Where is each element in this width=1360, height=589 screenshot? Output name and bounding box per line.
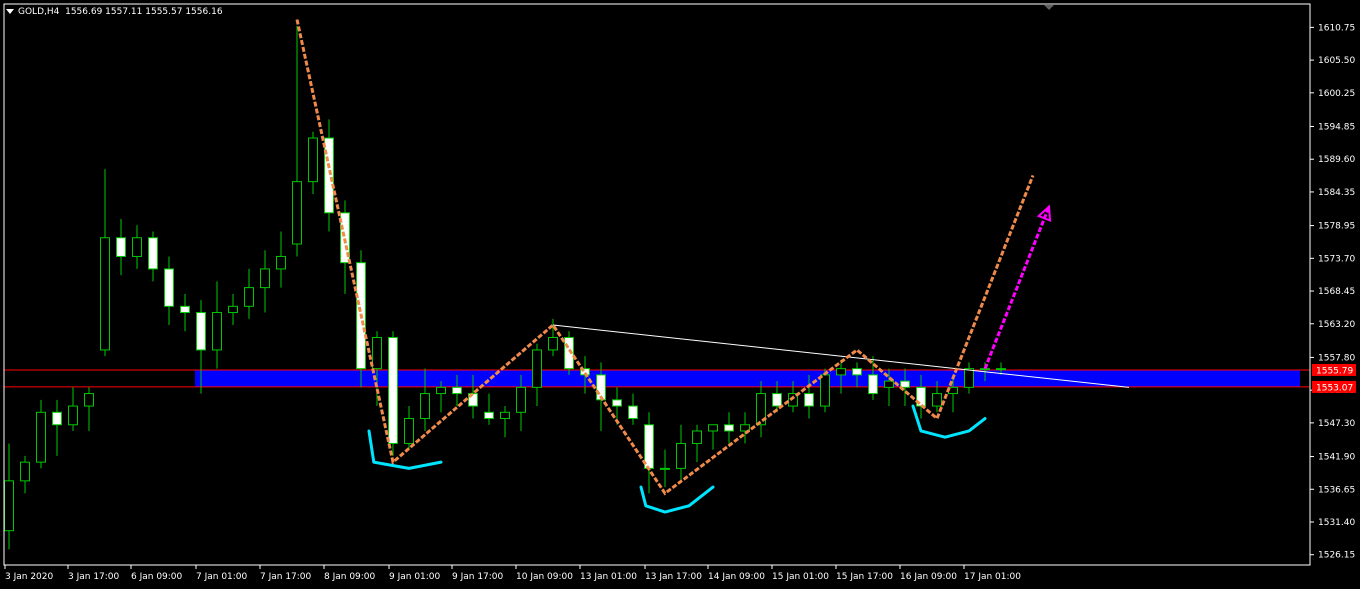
x-tick-label: 17 Jan 01:00 — [964, 572, 1021, 582]
chart-header: GOLD,H4 1556.69 1557.11 1555.57 1556.16 — [6, 7, 223, 17]
y-tick-label: 1526.15 — [1318, 551, 1355, 561]
y-tick-label: 1605.50 — [1318, 56, 1355, 66]
candle-body — [292, 181, 302, 245]
x-tick-label: 3 Jan 2020 — [5, 572, 53, 582]
candle-body — [548, 336, 558, 351]
x-tick-label: 7 Jan 01:00 — [196, 572, 248, 582]
candle-body — [532, 349, 542, 388]
candle-body — [660, 467, 670, 470]
candle-body — [36, 411, 46, 463]
y-tick-label: 1557.80 — [1318, 353, 1355, 363]
symbol-label: GOLD,H4 — [18, 7, 60, 17]
x-tick-label: 6 Jan 09:00 — [131, 572, 183, 582]
y-tick-label: 1541.90 — [1318, 453, 1355, 463]
candle-body — [372, 336, 382, 370]
dropdown-arrow-icon[interactable] — [6, 9, 14, 14]
y-tick-label: 1563.20 — [1318, 320, 1355, 330]
candle-body — [980, 368, 990, 371]
ohlc-readout: 1556.69 1557.11 1555.57 1556.16 — [65, 7, 223, 17]
y-tick-label: 1536.65 — [1318, 485, 1355, 495]
scroll-marker-icon[interactable] — [1044, 5, 1054, 10]
candle-body — [132, 237, 142, 257]
x-tick-label: 15 Jan 17:00 — [836, 572, 893, 582]
candle-body — [996, 368, 1006, 371]
y-tick-label: 1600.25 — [1318, 89, 1355, 99]
x-tick-label: 9 Jan 01:00 — [389, 572, 441, 582]
candle-body — [196, 312, 206, 351]
candle-body — [420, 393, 430, 420]
candle-body — [84, 393, 94, 407]
x-tick-label: 3 Jan 17:00 — [68, 572, 120, 582]
candle-body — [388, 336, 398, 444]
y-tick-label: 1547.30 — [1318, 419, 1355, 429]
y-tick-label: 1589.60 — [1318, 155, 1355, 165]
y-tick-label: 1594.85 — [1318, 122, 1355, 132]
projection-arrow[interactable] — [983, 206, 1051, 370]
y-tick-label: 1578.95 — [1318, 222, 1355, 232]
candle-body — [260, 268, 270, 289]
candle-body — [148, 237, 158, 270]
candle-body — [324, 137, 334, 214]
candle-body — [932, 393, 942, 407]
candle-body — [20, 461, 30, 482]
x-tick-label: 16 Jan 09:00 — [900, 572, 957, 582]
candle-body — [612, 399, 622, 407]
candle-body — [180, 305, 190, 314]
x-tick-label: 7 Jan 17:00 — [260, 572, 312, 582]
candle-body — [212, 312, 222, 351]
y-tick-label: 1584.35 — [1318, 188, 1355, 198]
x-tick-label: 10 Jan 09:00 — [516, 572, 573, 582]
candle-body — [436, 386, 446, 395]
y-tick-label: 1573.70 — [1318, 254, 1355, 264]
candle-body — [404, 418, 414, 444]
candle-body — [68, 405, 78, 426]
candle-body — [628, 405, 638, 420]
candle-body — [4, 480, 14, 532]
y-tick-label: 1568.45 — [1318, 287, 1355, 297]
price-tag-lower-label: 1553.07 — [1316, 383, 1353, 393]
candle-body — [868, 374, 878, 395]
arrow-head-icon — [1036, 204, 1052, 223]
candle-body — [836, 368, 846, 376]
candle-body — [772, 393, 782, 407]
candle-body — [964, 368, 974, 388]
candle-body — [500, 411, 510, 420]
candle-body — [484, 411, 494, 420]
candle-body — [692, 430, 702, 444]
candle-body — [164, 268, 174, 307]
candle-body — [276, 255, 286, 270]
cup-mark[interactable] — [911, 404, 987, 439]
x-tick-label: 13 Jan 17:00 — [645, 572, 702, 582]
chart-window: 1610.75 1605.50 1600.25 1594.85 1589.60 1584.… — [0, 0, 1360, 589]
candle-body — [452, 386, 462, 395]
candle-body — [308, 137, 318, 183]
x-tick-label: 13 Jan 01:00 — [580, 572, 637, 582]
candle-body — [228, 305, 238, 314]
y-tick-label: 1610.75 — [1318, 23, 1355, 33]
y-tick-label: 1531.40 — [1318, 518, 1355, 528]
x-tick-label: 9 Jan 17:00 — [452, 572, 504, 582]
candle-body — [852, 368, 862, 376]
candle-body — [52, 411, 62, 426]
candle-body — [804, 393, 814, 407]
candle-body — [724, 424, 734, 432]
candle-body — [244, 287, 254, 307]
price-tag-upper-label: 1555.79 — [1316, 366, 1353, 376]
x-tick-label: 8 Jan 09:00 — [324, 572, 376, 582]
candle-body — [116, 237, 126, 257]
candle-body — [820, 374, 830, 407]
x-tick-label: 15 Jan 01:00 — [772, 572, 829, 582]
price-chart[interactable]: 1610.75 1605.50 1600.25 1594.85 1589.60 1584.… — [0, 0, 1360, 589]
candle-body — [676, 442, 686, 469]
candle-body — [100, 237, 110, 351]
cup-mark[interactable] — [639, 485, 715, 514]
candle-body — [516, 386, 526, 413]
x-tick-label: 14 Jan 09:00 — [708, 572, 765, 582]
candle-body — [708, 424, 718, 432]
